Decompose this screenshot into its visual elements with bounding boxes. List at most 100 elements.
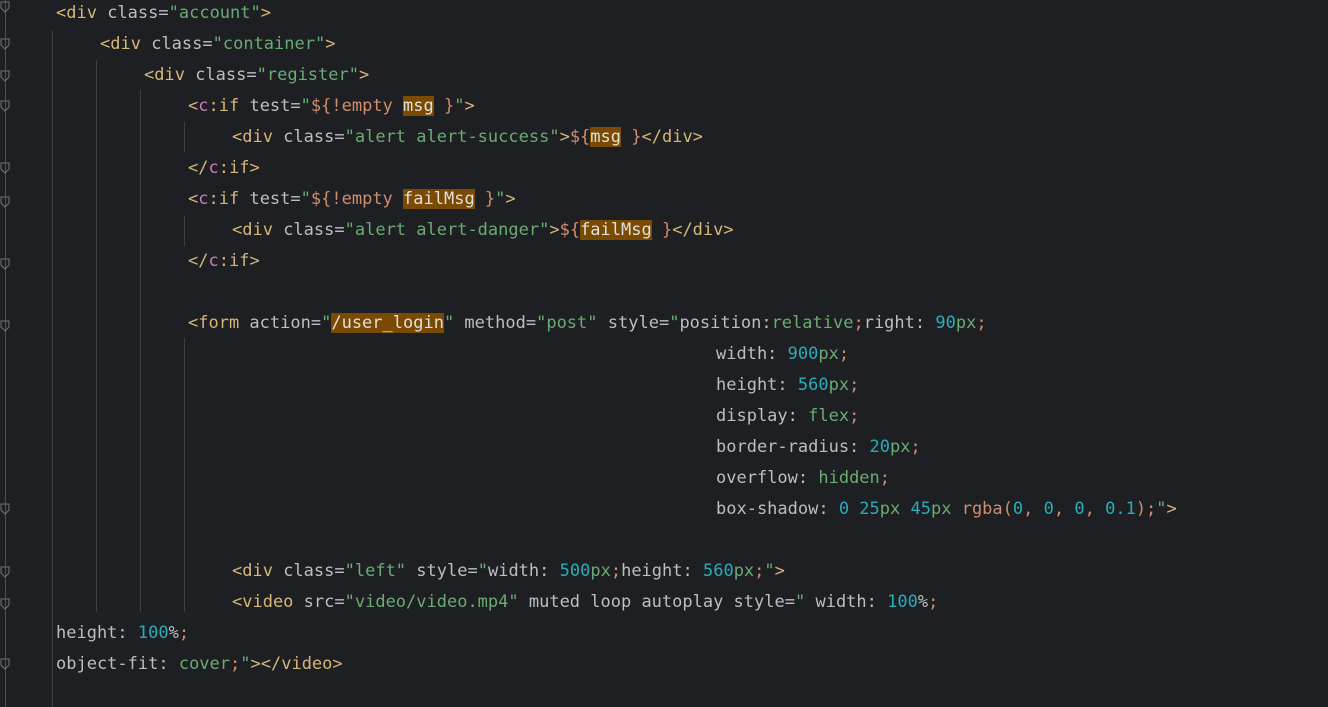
code-token: flex xyxy=(808,406,850,426)
code-token: 500 xyxy=(559,561,591,581)
code-token: = xyxy=(467,561,478,581)
code-token: = xyxy=(202,34,213,54)
code-token: <div xyxy=(100,34,152,54)
code-token: " xyxy=(321,313,332,333)
code-line: border-radius: 20px; xyxy=(716,432,921,463)
code-token: px xyxy=(890,437,911,457)
code-token: overflow: xyxy=(716,468,819,488)
code-token: } xyxy=(474,189,496,209)
code-token: ; xyxy=(838,344,850,364)
code-token: ${!empty xyxy=(310,189,404,209)
code-token: </ xyxy=(188,251,209,271)
fold-marker-icon[interactable] xyxy=(0,162,10,174)
code-token: 0 xyxy=(1012,499,1024,519)
code-token: ${ xyxy=(559,220,581,240)
code-token: width: xyxy=(487,561,560,581)
code-token: src xyxy=(303,592,335,612)
code-token: = xyxy=(334,127,345,147)
code-token: class xyxy=(283,127,335,147)
indent-guide xyxy=(184,122,185,152)
code-line: width: 900px; xyxy=(716,339,849,370)
code-token: 100 xyxy=(887,592,918,612)
code-token: :if> xyxy=(218,251,260,271)
fold-marker-icon[interactable] xyxy=(0,38,10,50)
fold-marker-icon[interactable] xyxy=(0,658,10,670)
code-token: = xyxy=(334,561,345,581)
code-token: " xyxy=(443,313,455,333)
code-token: = xyxy=(525,313,537,333)
code-token: position: xyxy=(679,313,772,333)
code-token: ; xyxy=(178,623,190,643)
code-token: " xyxy=(454,96,465,116)
fold-marker-icon[interactable] xyxy=(0,70,10,82)
code-token: cover xyxy=(178,654,231,674)
code-token: height: xyxy=(716,375,798,395)
code-token: > xyxy=(325,34,336,54)
code-token: px xyxy=(828,375,850,395)
indent-guide xyxy=(184,338,185,612)
code-token: } xyxy=(621,127,642,147)
highlighted-token: msg xyxy=(403,96,434,116)
code-line: height: 100%; xyxy=(56,618,189,649)
code-token: , xyxy=(1053,499,1075,519)
fold-marker-icon[interactable] xyxy=(0,100,10,112)
code-line: <form action="/user_login" method="post"… xyxy=(188,308,987,339)
code-line: <div class="alert alert-danger">${failMs… xyxy=(232,215,734,246)
code-token: " xyxy=(764,561,775,581)
code-token: "left" xyxy=(344,561,407,581)
code-token: action xyxy=(249,313,311,333)
code-token: = xyxy=(310,313,322,333)
fold-marker-icon[interactable] xyxy=(0,503,10,515)
code-token: <video xyxy=(232,592,304,612)
code-token: rgba( xyxy=(961,499,1013,519)
code-token: :if xyxy=(208,189,250,209)
code-token: <div xyxy=(232,561,284,581)
indent-guide xyxy=(184,216,185,246)
code-token: ${ xyxy=(569,127,591,147)
code-token: > xyxy=(549,220,560,240)
code-token: c xyxy=(198,189,209,209)
code-line: overflow: hidden; xyxy=(716,463,890,494)
code-line: display: flex; xyxy=(716,401,859,432)
code-token: 560 xyxy=(797,375,829,395)
fold-marker-icon[interactable] xyxy=(0,258,10,270)
code-token: = xyxy=(290,96,301,116)
code-token: 100 xyxy=(137,623,169,643)
code-token: % xyxy=(917,592,929,612)
code-token: display: xyxy=(716,406,809,426)
code-token: } xyxy=(651,220,673,240)
code-token: ; xyxy=(849,406,860,426)
code-token: "register" xyxy=(256,65,359,85)
code-token: class xyxy=(283,220,335,240)
highlighted-token: failMsg xyxy=(403,189,475,209)
code-token: > xyxy=(559,127,570,147)
code-token: , xyxy=(1023,499,1044,519)
code-token: " xyxy=(300,96,311,116)
fold-marker-icon[interactable] xyxy=(0,566,10,578)
code-line: <c:if test="${!empty msg }"> xyxy=(188,91,475,122)
fold-marker-icon[interactable] xyxy=(0,1,10,13)
fold-marker-icon[interactable] xyxy=(0,598,10,610)
code-token: c xyxy=(198,96,209,116)
code-token: method xyxy=(454,313,526,333)
fold-marker-icon[interactable] xyxy=(0,320,10,332)
code-token: < xyxy=(188,189,199,209)
code-token: " xyxy=(669,313,680,333)
code-line: <div class="register"> xyxy=(144,60,369,91)
code-token: test xyxy=(249,189,291,209)
code-line: <c:if test="${!empty failMsg }"> xyxy=(188,184,516,215)
code-token: > xyxy=(464,96,475,116)
code-line: <div class="left" style="width: 500px;he… xyxy=(232,556,785,587)
code-token: } xyxy=(433,96,455,116)
highlighted-token: failMsg xyxy=(580,220,652,240)
fold-marker-icon[interactable] xyxy=(0,196,10,208)
code-token: ; xyxy=(976,313,987,333)
code-token: 0 xyxy=(1043,499,1054,519)
code-token: "container" xyxy=(212,34,326,54)
code-token: " xyxy=(495,189,506,209)
code-token: ; xyxy=(230,654,241,674)
code-token: </div> xyxy=(641,127,703,147)
code-line: height: 560px; xyxy=(716,370,859,401)
code-token: = xyxy=(334,220,345,240)
code-token: " xyxy=(1156,499,1167,519)
